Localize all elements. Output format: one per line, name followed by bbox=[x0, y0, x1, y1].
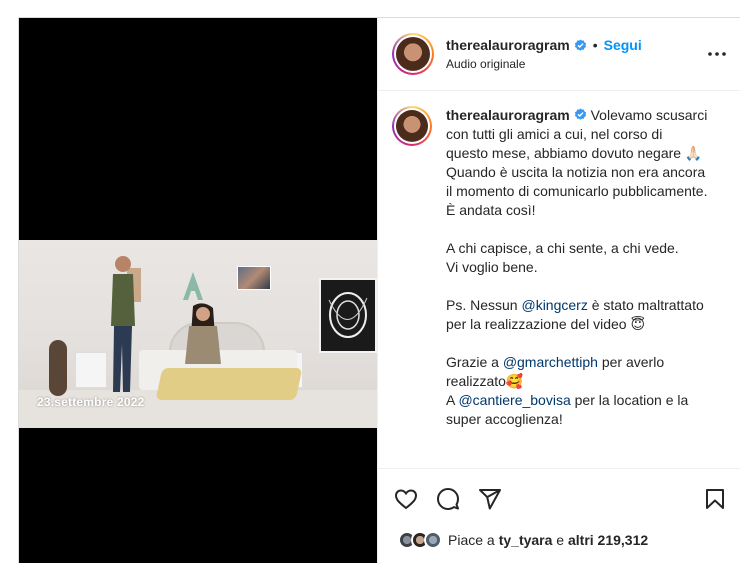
caption-text-1: Volevamo scusarci con tutti gli amici a … bbox=[446, 107, 708, 218]
audio-label[interactable]: Audio originale bbox=[446, 57, 642, 71]
video-player[interactable]: 23.settembre 2022 bbox=[19, 18, 377, 563]
more-icon[interactable] bbox=[707, 48, 727, 60]
liker-avatar bbox=[424, 531, 442, 549]
verified-icon bbox=[574, 38, 586, 51]
video-frame[interactable]: 23.settembre 2022 bbox=[19, 240, 377, 428]
likes-middle: e bbox=[552, 532, 568, 548]
post-actions: Piace a ty_tyara e altri 219,312 bbox=[378, 468, 740, 563]
caption-paragraph-3: Ps. Nessun @kingcerz è stato maltrattato… bbox=[446, 296, 708, 334]
caption-avatar-image bbox=[396, 110, 428, 142]
yellow-blanket bbox=[155, 368, 303, 400]
bookmark-icon[interactable] bbox=[703, 487, 727, 511]
comment-icon[interactable] bbox=[436, 487, 460, 511]
caption-paragraph-1: therealauroragram Volevamo scusarci con … bbox=[446, 106, 708, 220]
mention-cantiere-bovisa[interactable]: @cantiere_bovisa bbox=[458, 392, 570, 408]
guitar bbox=[49, 340, 67, 396]
author-username[interactable]: therealauroragram bbox=[446, 37, 570, 53]
caption-text-4a: Grazie a bbox=[446, 354, 503, 370]
action-icons bbox=[378, 469, 740, 515]
post-header: therealauroragram • Segui Audio original… bbox=[378, 18, 740, 91]
verified-icon bbox=[574, 108, 586, 120]
author-avatar[interactable] bbox=[392, 33, 434, 75]
separator-dot: • bbox=[592, 37, 598, 53]
avatar-image bbox=[396, 37, 430, 71]
caption-text-3a: Ps. Nessun bbox=[446, 297, 522, 313]
instagram-post: 23.settembre 2022 therealauroragram • Se… bbox=[18, 17, 740, 563]
post-sidebar: therealauroragram • Segui Audio original… bbox=[377, 18, 740, 563]
caption-username[interactable]: therealauroragram bbox=[446, 107, 570, 123]
mention-kingcerz[interactable]: @kingcerz bbox=[521, 297, 587, 313]
heart-icon[interactable] bbox=[394, 487, 418, 511]
likes-summary: Piace a ty_tyara e altri 219,312 bbox=[378, 515, 740, 549]
letter-a-decoration bbox=[183, 272, 203, 300]
caption-area: therealauroragram Volevamo scusarci con … bbox=[378, 92, 740, 467]
caption-paragraph-4: Grazie a @gmarchettiph per averlo realiz… bbox=[446, 353, 708, 391]
caption-paragraph-5: A @cantiere_bovisa per la location e la … bbox=[446, 391, 708, 429]
abstract-painting bbox=[319, 278, 377, 353]
likes-count[interactable]: altri 219,312 bbox=[568, 532, 648, 548]
mention-gmarchettiph[interactable]: @gmarchettiph bbox=[503, 354, 598, 370]
share-icon[interactable] bbox=[478, 487, 502, 511]
video-overlay-date: 23.settembre 2022 bbox=[37, 395, 145, 409]
couple-photo bbox=[237, 266, 271, 290]
follow-button[interactable]: Segui bbox=[604, 37, 642, 53]
caption-text: therealauroragram Volevamo scusarci con … bbox=[446, 106, 708, 467]
caption-text-5a: A bbox=[446, 392, 459, 408]
standing-man bbox=[111, 256, 135, 392]
likes-prefix: Piace a bbox=[448, 532, 495, 548]
sitting-woman bbox=[185, 303, 221, 364]
liker-avatars[interactable] bbox=[398, 531, 442, 549]
caption-paragraph-2: A chi capisce, a chi sente, a chi vede. … bbox=[446, 240, 679, 275]
liker-username[interactable]: ty_tyara bbox=[499, 532, 553, 548]
caption-avatar[interactable] bbox=[392, 106, 432, 146]
